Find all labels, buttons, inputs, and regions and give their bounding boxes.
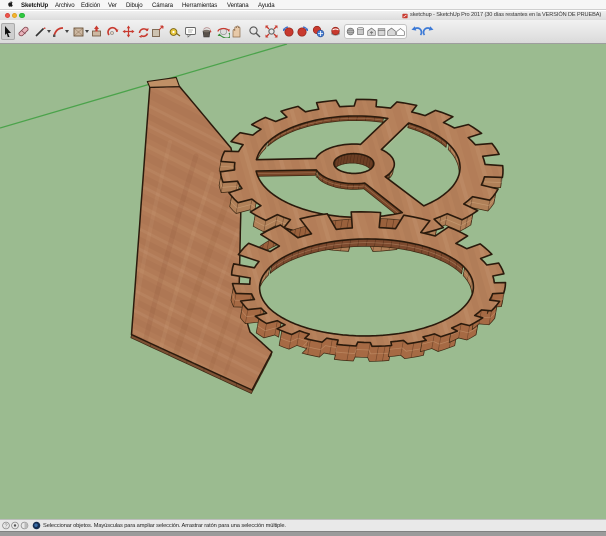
svg-text:?: ? [4,524,7,530]
